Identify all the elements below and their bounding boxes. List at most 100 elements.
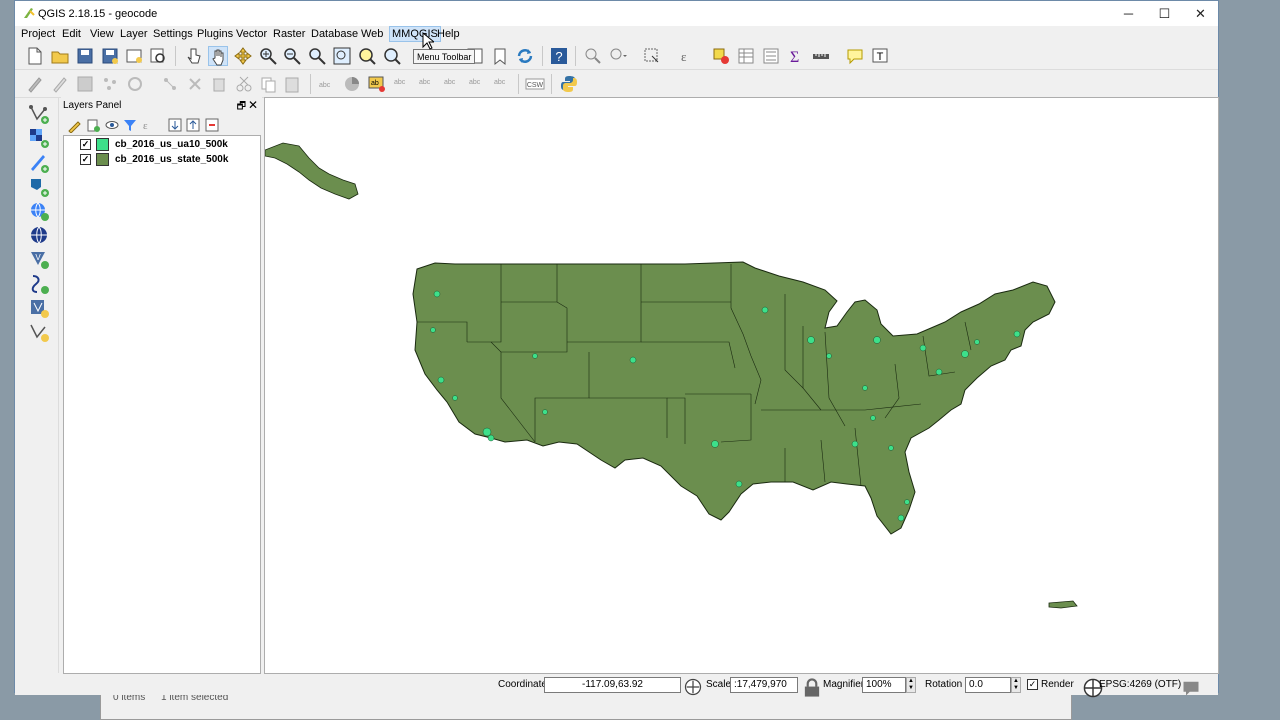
node-tool-icon[interactable]: [160, 74, 180, 94]
diagram-icon[interactable]: [342, 74, 362, 94]
zoom-in-icon[interactable]: [258, 46, 278, 66]
text-annotation-icon[interactable]: T: [870, 46, 890, 66]
rotation-field[interactable]: 0.0: [965, 677, 1011, 693]
menu-web[interactable]: Web: [359, 28, 385, 40]
menu-project[interactable]: Project: [19, 28, 57, 40]
new-shapefile-icon[interactable]: [28, 297, 50, 319]
close-panel-icon[interactable]: ✕: [248, 98, 258, 112]
statistical-summary-icon[interactable]: Σ: [786, 46, 806, 66]
field-calculator-icon[interactable]: [761, 46, 781, 66]
magnifier-field[interactable]: 100%: [862, 677, 906, 693]
current-edits-icon[interactable]: [25, 74, 45, 94]
composer-manager-icon[interactable]: [148, 46, 168, 66]
help-icon[interactable]: ?: [549, 46, 569, 66]
filter-by-expression-icon[interactable]: ε: [141, 117, 157, 133]
pan-to-selection-icon[interactable]: [233, 46, 253, 66]
new-project-icon[interactable]: [25, 46, 45, 66]
menu-view[interactable]: View: [88, 28, 116, 40]
menu-layer[interactable]: Layer: [118, 28, 150, 40]
delete-selected-icon[interactable]: [185, 74, 205, 94]
new-spatialite-layer-icon[interactable]: [28, 321, 50, 343]
move-feature-icon[interactable]: [125, 74, 145, 94]
manage-visibility-icon[interactable]: [104, 117, 120, 133]
identify-features-icon[interactable]: [583, 46, 603, 66]
remove-layer-icon[interactable]: [204, 117, 220, 133]
add-raster-layer-icon[interactable]: [28, 127, 50, 149]
add-wfs-layer-icon[interactable]: V: [28, 248, 50, 270]
layer-visibility-checkbox[interactable]: ✓: [80, 154, 91, 165]
maximize-button[interactable]: ☐: [1146, 1, 1183, 26]
map-canvas[interactable]: [264, 97, 1219, 674]
move-label-icon[interactable]: abc: [442, 74, 462, 94]
paste-features-icon[interactable]: [282, 74, 302, 94]
add-wcs-layer-icon[interactable]: [28, 224, 50, 246]
menu-vector[interactable]: Vector: [234, 28, 269, 40]
layer-symbol-swatch[interactable]: [96, 153, 109, 166]
zoom-out-icon[interactable]: [282, 46, 302, 66]
undock-icon[interactable]: 🗗: [237, 99, 246, 116]
rotation-spin-icon[interactable]: ▲ ▼: [1011, 677, 1021, 693]
copy-features-icon[interactable]: [258, 74, 278, 94]
label-toolbar-icon[interactable]: abc: [317, 74, 337, 94]
touch-zoom-icon[interactable]: [183, 46, 203, 66]
pan-map-icon[interactable]: [208, 46, 228, 66]
add-group-icon[interactable]: [85, 117, 101, 133]
zoom-to-layer-icon[interactable]: [382, 46, 402, 66]
menu-plugins[interactable]: Plugins: [195, 28, 235, 40]
bookmarks-icon[interactable]: [490, 46, 510, 66]
crs-globe-icon[interactable]: [1083, 678, 1103, 698]
collapse-all-icon[interactable]: [185, 117, 201, 133]
change-label-icon[interactable]: abc: [492, 74, 512, 94]
cut-features-icon[interactable]: [234, 74, 254, 94]
layer-visibility-checkbox[interactable]: ✓: [80, 139, 91, 150]
filter-legend-icon[interactable]: [122, 117, 138, 133]
refresh-icon[interactable]: [515, 46, 535, 66]
expand-all-icon[interactable]: [167, 117, 183, 133]
layer-symbol-swatch[interactable]: [96, 138, 109, 151]
crs-label[interactable]: EPSG:4269 (OTF): [1099, 679, 1181, 690]
zoom-native-icon[interactable]: [307, 46, 327, 66]
show-hide-labels-icon[interactable]: abc: [417, 74, 437, 94]
add-feature-icon[interactable]: [100, 74, 120, 94]
add-wms-layer-icon[interactable]: [28, 200, 50, 222]
render-checkbox[interactable]: ✓: [1027, 679, 1038, 690]
deselect-all-icon[interactable]: [711, 46, 731, 66]
trash-icon[interactable]: [209, 74, 229, 94]
open-project-icon[interactable]: [50, 46, 70, 66]
messages-icon[interactable]: [1181, 678, 1199, 696]
menu-database[interactable]: Database: [309, 28, 360, 40]
add-gpx-icon[interactable]: [28, 273, 50, 295]
menu-settings[interactable]: Settings: [151, 28, 195, 40]
zoom-full-icon[interactable]: [332, 46, 352, 66]
lock-scale-icon[interactable]: [802, 678, 820, 697]
add-delimited-text-icon[interactable]: [28, 152, 50, 174]
styling-icon[interactable]: [67, 117, 83, 134]
open-attribute-table-icon[interactable]: [736, 46, 756, 66]
python-console-icon[interactable]: [559, 74, 579, 94]
toggle-editing-icon[interactable]: [50, 74, 70, 94]
save-project-icon[interactable]: [75, 46, 95, 66]
pin-label-icon[interactable]: abc: [392, 74, 412, 94]
identify-dropdown-icon[interactable]: [608, 46, 628, 66]
menu-edit[interactable]: Edit: [60, 28, 83, 40]
menu-raster[interactable]: Raster: [271, 28, 307, 40]
new-print-composer-icon[interactable]: [124, 46, 144, 66]
add-vector-layer-icon[interactable]: [28, 103, 50, 125]
rotate-label-icon[interactable]: abc: [467, 74, 487, 94]
map-tips-icon[interactable]: [845, 46, 865, 66]
scale-combobox[interactable]: :17,479,970: [730, 677, 798, 693]
menu-help[interactable]: Help: [435, 28, 462, 40]
save-as-icon[interactable]: [100, 46, 120, 66]
magnifier-spin-icon[interactable]: ▲ ▼: [906, 677, 916, 693]
select-features-icon[interactable]: [642, 46, 662, 66]
save-edits-icon[interactable]: [75, 74, 95, 94]
coordinate-field[interactable]: -117.09,63.92: [544, 677, 681, 693]
measure-line-icon[interactable]: [811, 46, 831, 66]
zoom-to-selection-icon[interactable]: [357, 46, 377, 66]
highlight-label-icon[interactable]: ab: [367, 74, 387, 94]
minimize-button[interactable]: ─: [1110, 1, 1147, 26]
add-spatialite-layer-icon[interactable]: [28, 176, 50, 198]
toggle-extents-icon[interactable]: [683, 677, 702, 696]
csw-icon[interactable]: CSW: [525, 74, 545, 94]
select-by-expression-icon[interactable]: ε: [677, 46, 697, 66]
